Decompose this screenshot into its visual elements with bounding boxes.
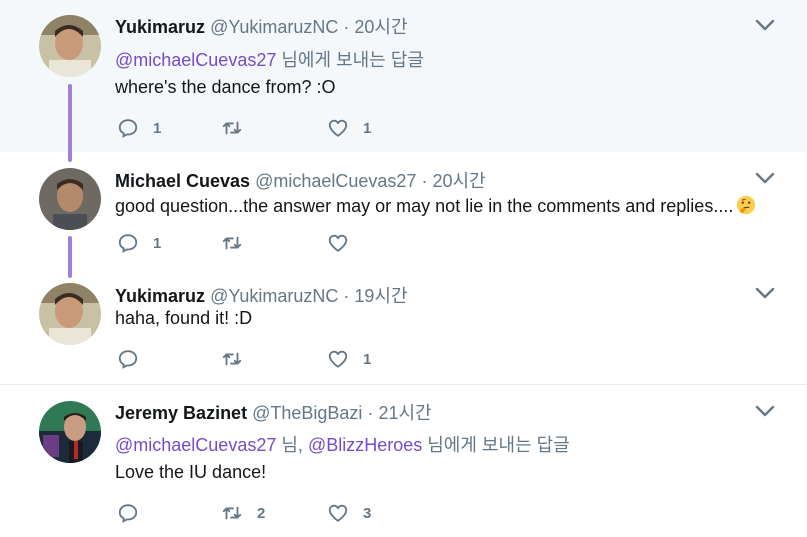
avatar[interactable] — [39, 401, 101, 463]
reply-count: 1 — [153, 234, 162, 252]
reply-button[interactable]: 1 — [117, 117, 161, 139]
chevron-down-icon[interactable] — [755, 286, 775, 300]
author-handle[interactable]: @YukimaruzNC — [210, 286, 338, 306]
like-button[interactable]: 1 — [327, 348, 371, 370]
thinking-face-icon — [737, 195, 756, 215]
reply-to-middle: 님, — [276, 435, 308, 455]
heart-icon — [328, 504, 348, 522]
author-handle[interactable]: @michaelCuevas27 — [255, 171, 416, 191]
separator-dot: · — [343, 17, 350, 37]
avatar[interactable] — [39, 15, 101, 77]
retweet-icon — [222, 121, 242, 135]
tweet-header: Michael Cuevas @michaelCuevas27 · 20시간 — [115, 167, 486, 193]
reply-icon — [118, 234, 138, 253]
replying-to-line: @michaelCuevas27 님, @BlizzHeroes 님에게 보내는… — [115, 431, 570, 457]
retweet-button[interactable] — [221, 348, 257, 370]
avatar[interactable] — [39, 283, 101, 345]
like-button[interactable]: 3 — [327, 502, 371, 524]
tweet-text: Love the IU dance! — [115, 462, 267, 482]
mention-link[interactable]: @michaelCuevas27 — [115, 50, 276, 70]
timestamp[interactable]: 19시간 — [354, 286, 407, 306]
avatar[interactable] — [39, 168, 101, 230]
author-name[interactable]: Jeremy Bazinet — [115, 403, 247, 423]
thread-line — [68, 84, 72, 162]
tweet-text-content: good question...the answer may or may no… — [115, 196, 734, 216]
timestamp[interactable]: 20시간 — [432, 171, 485, 191]
mention-link[interactable]: @BlizzHeroes — [308, 435, 422, 455]
reply-icon — [118, 119, 138, 138]
timestamp[interactable]: 20시간 — [354, 17, 407, 37]
reply-button[interactable]: 1 — [117, 232, 161, 254]
retweet-button[interactable] — [221, 117, 257, 139]
reply-icon — [118, 350, 138, 369]
like-button[interactable]: 1 — [327, 117, 371, 139]
tweet-header: Jeremy Bazinet @TheBigBazi · 21시간 — [115, 399, 432, 425]
like-count: 1 — [363, 119, 372, 137]
author-handle[interactable]: @YukimaruzNC — [210, 17, 338, 37]
reply-button[interactable] — [117, 502, 153, 524]
chevron-down-icon[interactable] — [755, 18, 775, 32]
timestamp[interactable]: 21시간 — [378, 403, 431, 423]
retweet-icon — [222, 352, 242, 366]
author-name[interactable]: Michael Cuevas — [115, 171, 250, 191]
reply-to-suffix: 님에게 보내는 답글 — [276, 50, 424, 70]
author-name[interactable]: Yukimaruz — [115, 286, 205, 306]
author-handle[interactable]: @TheBigBazi — [252, 403, 362, 423]
heart-icon — [328, 234, 348, 252]
like-button[interactable] — [327, 232, 363, 254]
heart-icon — [328, 119, 348, 137]
tweet-yukimaruz-2[interactable]: Yukimaruz @YukimaruzNC · 19시간 haha, foun… — [0, 268, 807, 382]
retweet-button[interactable]: 2 — [221, 502, 265, 524]
retweet-count: 2 — [257, 504, 266, 522]
replying-to-line: @michaelCuevas27 님에게 보내는 답글 — [115, 46, 424, 72]
author-name[interactable]: Yukimaruz — [115, 17, 205, 37]
tweet-text: where's the dance from? :O — [115, 77, 336, 97]
tweet-header: Yukimaruz @YukimaruzNC · 19시간 — [115, 282, 408, 308]
separator-dot: · — [367, 403, 374, 423]
reply-icon — [118, 504, 138, 523]
tweet-jeremy-bazinet[interactable]: Jeremy Bazinet @TheBigBazi · 21시간 @micha… — [0, 384, 807, 537]
reply-button[interactable] — [117, 348, 153, 370]
retweet-button[interactable] — [221, 232, 257, 254]
like-count: 1 — [363, 350, 372, 368]
tweet-text: haha, found it! :D — [115, 308, 253, 328]
tweet-text: good question...the answer may or may no… — [115, 194, 757, 217]
tweet-header: Yukimaruz @YukimaruzNC · 20시간 — [115, 13, 408, 39]
separator-dot: · — [421, 171, 428, 191]
heart-icon — [328, 350, 348, 368]
mention-link[interactable]: @michaelCuevas27 — [115, 435, 276, 455]
tweet-yukimaruz-1[interactable]: Yukimaruz @YukimaruzNC · 20시간 @michaelCu… — [0, 0, 807, 152]
reply-to-suffix: 님에게 보내는 답글 — [422, 435, 570, 455]
reply-count: 1 — [153, 119, 162, 137]
chevron-down-icon[interactable] — [755, 404, 775, 418]
retweet-icon — [222, 506, 242, 520]
like-count: 3 — [363, 504, 372, 522]
separator-dot: · — [343, 286, 350, 306]
retweet-icon — [222, 236, 242, 250]
tweet-michael-cuevas[interactable]: Michael Cuevas @michaelCuevas27 · 20시간 g… — [0, 152, 807, 268]
chevron-down-icon[interactable] — [755, 171, 775, 185]
